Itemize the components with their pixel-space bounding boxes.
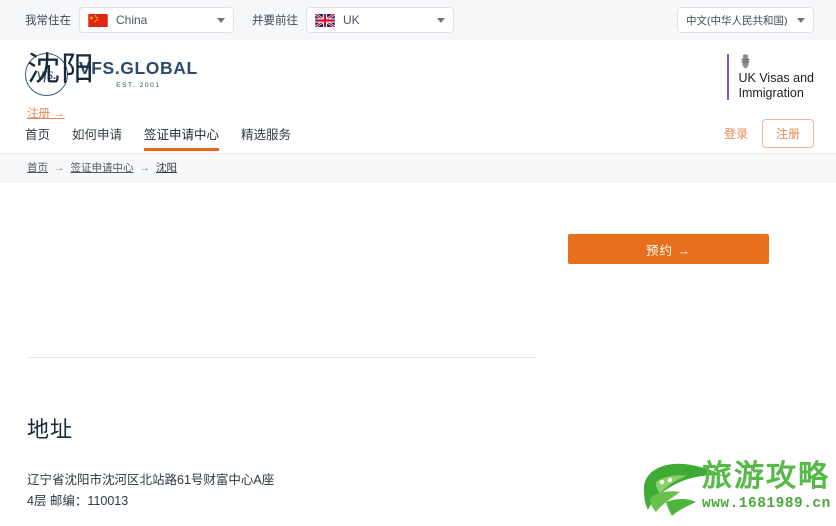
address-line-2: 4层 邮编：110013 [27,494,129,508]
brand-established: EST. 2001 [116,82,161,90]
login-link[interactable]: 登录 [724,125,748,142]
page-title: 沈阳 [27,50,95,87]
destination-country-select[interactable]: UK [306,7,454,33]
site-watermark: 旅游攻略 www.1681989.cn [636,458,832,524]
masthead: vfs. VFS.GLOBAL EST. 2001 UK Visas and I… [0,40,836,112]
breadcrumb-item-visa-application-centre[interactable]: 签证申请中心 [71,160,134,175]
book-appointment-button[interactable]: 预约 → [568,234,769,264]
breadcrumb-item-current[interactable]: 沈阳 [156,160,177,175]
residence-country-select[interactable]: China [79,7,234,33]
breadcrumb: 首页 → 签证申请中心 → 沈阳 [27,160,177,175]
watermark-leaf-icon [644,463,724,516]
brand-name: VFS.GLOBAL [79,57,198,78]
main-navigation: 首页 如何申请 签证申请中心 精选服务 登录 注册 [0,112,836,154]
nav-item-list: 首页 如何申请 签证申请中心 精选服务 [25,112,313,154]
language-value: 中文(中华人民共和国) [686,14,788,27]
uk-flag-icon [315,13,335,27]
china-flag-icon [88,13,108,27]
nav-item-premium-services[interactable]: 精选服务 [241,112,291,154]
breadcrumb-separator-icon: → [139,161,151,174]
page-root: 我常住在 China 并要前往 UK 中文(中华人民共和国) vfs. VFS.… [0,0,836,526]
watermark-text: 旅游攻略 [702,459,830,494]
destination-country-value: UK [343,13,360,27]
section-divider [27,357,537,358]
crest-line-2: Immigration [738,85,804,100]
breadcrumb-item-home[interactable]: 首页 [27,160,48,175]
crest-line-1: UK Visas and [738,71,814,85]
top-utility-bar: 我常住在 China 并要前往 UK 中文(中华人民共和国) [0,0,836,40]
address-heading: 地址 [27,417,74,442]
topbar-right-group: 中文(中华人民共和国) [677,7,814,33]
uk-visas-immigration-logo: UK Visas and Immigration [726,54,814,100]
vfs-logo-text: VFS.GLOBAL EST. 2001 [79,57,198,90]
residence-label: 我常住在 [25,15,71,27]
chevron-down-icon [437,17,445,23]
address-block: 辽宁省沈阳市沈河区北站路61号财富中心A座 4层 邮编：110013 [27,470,274,512]
breadcrumb-bar: 首页 → 签证申请中心 → 沈阳 [0,154,836,182]
crest-body: UK Visas and Immigration [738,54,814,100]
watermark-url: www.1681989.cn [702,496,831,512]
destination-label: 并要前往 [252,15,298,27]
nav-item-visa-application-centre[interactable]: 签证申请中心 [144,112,220,154]
topbar-left-group: 我常住在 China 并要前往 UK [25,7,454,33]
residence-country-value: China [116,13,148,27]
chevron-down-icon [797,17,805,23]
address-line-1: 辽宁省沈阳市沈河区北站路61号财富中心A座 [27,473,275,487]
nav-auth-group: 登录 注册 [724,112,814,154]
royal-crest-icon [741,54,751,69]
register-link[interactable]: 注册 → [27,105,65,121]
crest-accent-bar [726,54,730,100]
register-button[interactable]: 注册 [761,118,814,148]
breadcrumb-separator-icon: → [54,161,65,174]
nav-item-how-to-apply[interactable]: 如何申请 [72,112,122,154]
chevron-down-icon [217,17,225,23]
language-select[interactable]: 中文(中华人民共和国) [677,7,814,33]
